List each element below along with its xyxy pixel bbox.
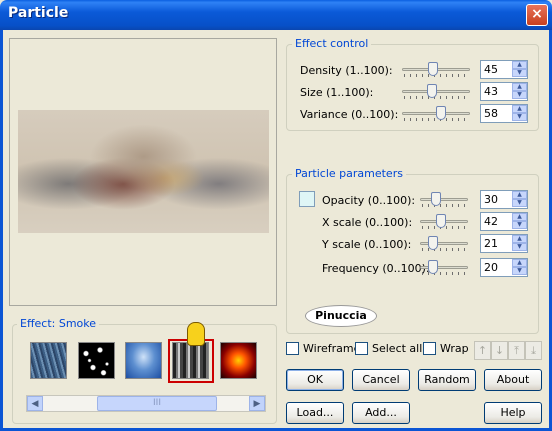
- spin-down-icon[interactable]: ▼: [512, 267, 527, 275]
- hand-pointer-icon: [187, 322, 205, 346]
- size-value: 43: [484, 85, 498, 98]
- spin-up-icon[interactable]: ▲: [512, 61, 527, 69]
- frequency-label: Frequency (0..100):: [322, 262, 430, 275]
- particle-parameters-title: Particle parameters: [292, 167, 406, 180]
- spin-up-icon[interactable]: ▲: [512, 235, 527, 243]
- load-button[interactable]: Load...: [286, 402, 344, 424]
- random-button[interactable]: Random: [418, 369, 476, 391]
- move-up-icon[interactable]: ↑: [474, 341, 491, 360]
- scroll-thumb[interactable]: III: [97, 396, 217, 411]
- add-button[interactable]: Add...: [352, 402, 410, 424]
- y-scale-slider[interactable]: [420, 234, 468, 254]
- spin-down-icon[interactable]: ▼: [512, 199, 527, 207]
- size-spinner[interactable]: 43 ▲ ▼: [480, 82, 528, 101]
- x-scale-spinner[interactable]: 42 ▲ ▼: [480, 212, 528, 231]
- cancel-button[interactable]: Cancel: [352, 369, 410, 391]
- density-spinner[interactable]: 45 ▲ ▼: [480, 60, 528, 79]
- variance-value: 58: [484, 107, 498, 120]
- starfield-preset-thumbnail[interactable]: [78, 342, 115, 379]
- opacity-label: Opacity (0..100):: [322, 194, 416, 207]
- preview-panel: [9, 38, 277, 306]
- frequency-value: 20: [484, 261, 498, 274]
- spin-up-icon[interactable]: ▲: [512, 105, 527, 113]
- spin-up-icon[interactable]: ▲: [512, 83, 527, 91]
- size-slider[interactable]: [402, 82, 470, 102]
- scroll-left-icon[interactable]: ◀: [27, 396, 43, 411]
- sky-preset-thumbnail[interactable]: [125, 342, 162, 379]
- close-icon[interactable]: ×: [526, 4, 548, 26]
- pinuccia-watermark: Pinuccia: [305, 305, 377, 327]
- scroll-right-icon[interactable]: ▶: [249, 396, 265, 411]
- spin-up-icon[interactable]: ▲: [512, 213, 527, 221]
- fire-preset-thumbnail[interactable]: [220, 342, 257, 379]
- window-title: Particle: [8, 5, 69, 21]
- frequency-slider[interactable]: [420, 258, 468, 278]
- spin-up-icon[interactable]: ▲: [512, 191, 527, 199]
- wrap-label: Wrap: [440, 342, 469, 355]
- y-scale-spinner[interactable]: 21 ▲ ▼: [480, 234, 528, 253]
- move-down-icon[interactable]: ↓: [491, 341, 508, 360]
- particle-color-swatch[interactable]: [299, 191, 315, 207]
- x-scale-value: 42: [484, 215, 498, 228]
- opacity-spinner[interactable]: 30 ▲ ▼: [480, 190, 528, 209]
- spin-down-icon[interactable]: ▼: [512, 113, 527, 121]
- select-all-label: Select all: [372, 342, 423, 355]
- spin-up-icon[interactable]: ▲: [512, 259, 527, 267]
- preset-scrollbar[interactable]: ◀ III ▶: [26, 395, 266, 412]
- variance-label: Variance (0..100):: [300, 108, 399, 121]
- particle-dialog: Particle × Effect: Smoke ◀ III ▶ Effect …: [0, 0, 552, 431]
- frequency-spinner[interactable]: 20 ▲ ▼: [480, 258, 528, 277]
- y-scale-value: 21: [484, 237, 498, 250]
- size-label: Size (1..100):: [300, 86, 374, 99]
- wireframe-checkbox[interactable]: [286, 342, 299, 355]
- wireframe-label: Wireframe: [303, 342, 361, 355]
- move-top-icon[interactable]: ⤒: [508, 341, 525, 360]
- about-button[interactable]: About: [484, 369, 542, 391]
- spin-down-icon[interactable]: ▼: [512, 243, 527, 251]
- preview-image: [18, 110, 269, 233]
- x-scale-slider[interactable]: [420, 212, 468, 232]
- ok-button[interactable]: OK: [286, 369, 344, 391]
- density-slider[interactable]: [402, 60, 470, 80]
- rain-preset-thumbnail[interactable]: [30, 342, 67, 379]
- effect-group-title: Effect: Smoke: [17, 317, 100, 330]
- density-value: 45: [484, 63, 498, 76]
- density-label: Density (1..100):: [300, 64, 393, 77]
- spin-down-icon[interactable]: ▼: [512, 69, 527, 77]
- move-bottom-icon[interactable]: ⤓: [525, 341, 542, 360]
- wrap-checkbox[interactable]: [423, 342, 436, 355]
- spin-down-icon[interactable]: ▼: [512, 91, 527, 99]
- title-bar[interactable]: Particle ×: [0, 0, 552, 30]
- opacity-value: 30: [484, 193, 498, 206]
- select-all-checkbox[interactable]: [355, 342, 368, 355]
- variance-spinner[interactable]: 58 ▲ ▼: [480, 104, 528, 123]
- spin-down-icon[interactable]: ▼: [512, 221, 527, 229]
- y-scale-label: Y scale (0..100):: [322, 238, 412, 251]
- variance-slider[interactable]: [402, 104, 470, 124]
- effect-control-title: Effect control: [292, 37, 372, 50]
- help-button[interactable]: Help: [484, 402, 542, 424]
- x-scale-label: X scale (0..100):: [322, 216, 413, 229]
- opacity-slider[interactable]: [420, 190, 468, 210]
